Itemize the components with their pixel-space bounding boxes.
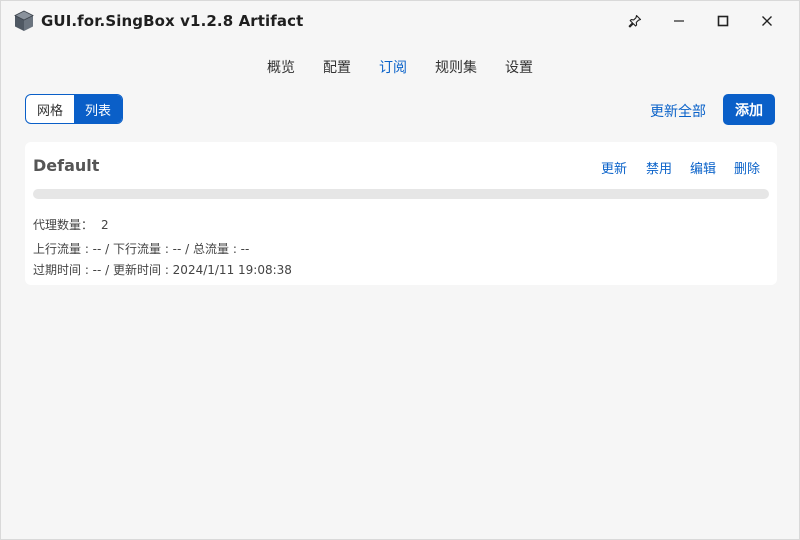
update-all-button[interactable]: 更新全部	[650, 101, 706, 121]
traffic-info: 上行流量 : -- / 下行流量 : -- / 总流量 : --	[33, 242, 250, 256]
tab-rulesets[interactable]: 规则集	[435, 57, 477, 77]
subscription-name: Default	[33, 156, 100, 175]
subscription-delete-button[interactable]: 删除	[734, 158, 760, 177]
subscription-edit-button[interactable]: 编辑	[690, 158, 716, 177]
subscription-card: Default 更新 禁用 编辑 删除 代理数量： 2 上行流量 : -- / 下…	[25, 142, 777, 285]
close-button[interactable]	[745, 1, 789, 41]
app-window: GUI.for.SingBox v1.2.8 Artifact 概览 配置 订阅…	[0, 0, 800, 540]
minimize-icon	[673, 15, 685, 27]
app-box-icon	[13, 10, 35, 32]
tab-subscriptions[interactable]: 订阅	[379, 57, 407, 77]
traffic-progress-bar	[33, 189, 769, 199]
expire-update-info: 过期时间 : -- / 更新时间 : 2024/1/11 19:08:38	[33, 263, 292, 277]
main-nav: 概览 配置 订阅 规则集 设置	[1, 57, 799, 79]
view-grid-option[interactable]: 网格	[26, 95, 74, 123]
pin-icon	[628, 14, 642, 28]
pin-button[interactable]	[613, 1, 657, 41]
subscription-update-button[interactable]: 更新	[601, 158, 627, 177]
title-bar: GUI.for.SingBox v1.2.8 Artifact	[1, 1, 799, 41]
window-title: GUI.for.SingBox v1.2.8 Artifact	[41, 12, 304, 30]
close-icon	[761, 15, 773, 27]
tab-profiles[interactable]: 配置	[323, 57, 351, 77]
tab-settings[interactable]: 设置	[505, 57, 533, 77]
view-list-option[interactable]: 列表	[74, 95, 122, 123]
minimize-button[interactable]	[657, 1, 701, 41]
proxy-count-row: 代理数量： 2	[33, 216, 109, 233]
proxy-count-value: 2	[101, 218, 109, 232]
subscription-disable-button[interactable]: 禁用	[646, 158, 672, 177]
view-mode-toggle: 网格 列表	[25, 94, 123, 124]
maximize-icon	[717, 15, 729, 27]
maximize-button[interactable]	[701, 1, 745, 41]
proxy-count-label: 代理数量：	[33, 218, 94, 232]
tab-overview[interactable]: 概览	[267, 57, 295, 77]
add-subscription-button[interactable]: 添加	[723, 94, 775, 125]
